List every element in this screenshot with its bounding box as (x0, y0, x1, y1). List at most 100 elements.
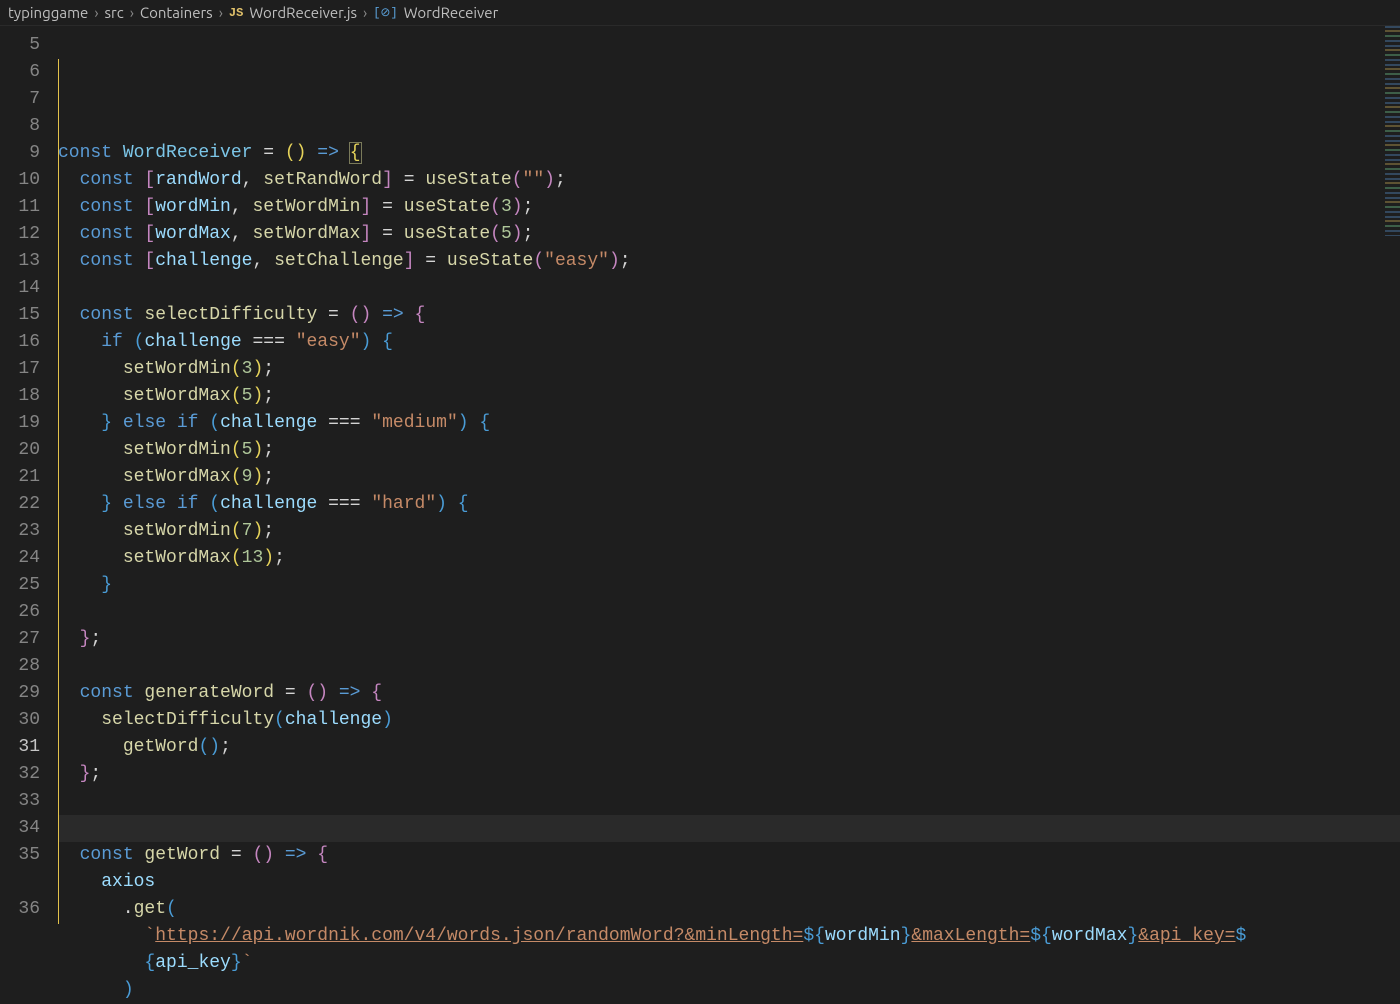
code-line[interactable]: setWordMin(3); (58, 356, 1400, 383)
code-token: 3 (242, 359, 253, 379)
code-token: } (231, 953, 242, 973)
line-number[interactable]: 31 (0, 734, 40, 761)
minimap[interactable] (1385, 26, 1400, 236)
code-token: ( (490, 224, 501, 244)
code-token (58, 521, 123, 541)
code-line[interactable]: } (58, 572, 1400, 599)
code-token: ; (523, 224, 534, 244)
code-line[interactable]: const [wordMin, setWordMin] = useState(3… (58, 194, 1400, 221)
line-number[interactable]: 32 (0, 761, 40, 788)
line-number[interactable]: 36 (0, 896, 40, 923)
code-token: ; (263, 359, 274, 379)
line-number[interactable]: 25 (0, 572, 40, 599)
code-token: "easy" (296, 332, 361, 352)
code-editor[interactable]: 5678910111213141516171819202122232425262… (0, 26, 1400, 994)
line-number-gutter[interactable]: 5678910111213141516171819202122232425262… (0, 26, 58, 994)
line-number[interactable]: 26 (0, 599, 40, 626)
code-token: } (901, 926, 912, 946)
code-token: ) (252, 359, 263, 379)
code-line[interactable] (58, 653, 1400, 680)
line-number[interactable]: 35 (0, 842, 40, 869)
code-token (58, 980, 123, 1000)
line-number[interactable]: 13 (0, 248, 40, 275)
code-line[interactable]: }; (58, 626, 1400, 653)
code-line[interactable] (58, 815, 1400, 842)
code-token: "medium" (371, 413, 457, 433)
code-token: &api_key= (1138, 926, 1235, 946)
code-line[interactable] (58, 599, 1400, 626)
code-line[interactable]: const getWord = () => { (58, 842, 1400, 869)
code-token: => (306, 143, 349, 163)
code-line[interactable]: const [randWord, setRandWord] = useState… (58, 167, 1400, 194)
code-line[interactable]: setWordMax(13); (58, 545, 1400, 572)
line-number[interactable]: 15 (0, 302, 40, 329)
code-token (198, 413, 209, 433)
line-number[interactable]: 34 (0, 815, 40, 842)
code-line[interactable]: const [challenge, setChallenge] = useSta… (58, 248, 1400, 275)
code-token: "easy" (544, 251, 609, 271)
line-number[interactable]: 16 (0, 329, 40, 356)
line-number[interactable]: 30 (0, 707, 40, 734)
code-token: , (252, 251, 274, 271)
line-number[interactable]: 10 (0, 167, 40, 194)
line-number[interactable]: 19 (0, 410, 40, 437)
line-number[interactable]: 20 (0, 437, 40, 464)
code-line[interactable]: `https://api.wordnik.com/v4/words.json/r… (58, 923, 1400, 950)
code-line[interactable]: ) (58, 977, 1400, 1004)
chevron-right-icon: › (94, 4, 98, 21)
code-line[interactable]: }; (58, 761, 1400, 788)
code-line[interactable]: } else if (challenge === "hard") { (58, 491, 1400, 518)
line-number[interactable]: 8 (0, 113, 40, 140)
line-number[interactable]: 17 (0, 356, 40, 383)
code-line[interactable]: } else if (challenge === "medium") { (58, 410, 1400, 437)
code-line[interactable] (58, 788, 1400, 815)
code-line[interactable]: setWordMax(5); (58, 383, 1400, 410)
code-line[interactable]: const WordReceiver = () => { (58, 140, 1400, 167)
line-number[interactable]: 5 (0, 32, 40, 59)
code-line[interactable]: axios (58, 869, 1400, 896)
code-token (58, 440, 123, 460)
code-line[interactable]: const [wordMax, setWordMax] = useState(5… (58, 221, 1400, 248)
line-number[interactable]: 21 (0, 464, 40, 491)
code-line[interactable]: .get( (58, 896, 1400, 923)
line-number[interactable] (0, 869, 40, 896)
code-token: ${ (803, 926, 825, 946)
breadcrumb[interactable]: typinggame › src › Containers › JS WordR… (0, 0, 1400, 26)
code-line[interactable]: if (challenge === "easy") { (58, 329, 1400, 356)
code-token: = (371, 197, 403, 217)
js-file-icon: JS (229, 6, 243, 20)
code-line[interactable]: {api_key}` (58, 950, 1400, 977)
code-line[interactable]: selectDifficulty(challenge) (58, 707, 1400, 734)
line-number[interactable]: 11 (0, 194, 40, 221)
code-line[interactable]: const selectDifficulty = () => { (58, 302, 1400, 329)
code-line[interactable]: const generateWord = () => { (58, 680, 1400, 707)
code-token: getWord (144, 845, 220, 865)
line-number[interactable]: 28 (0, 653, 40, 680)
line-number[interactable]: 9 (0, 140, 40, 167)
code-line[interactable] (58, 275, 1400, 302)
line-number[interactable]: 18 (0, 383, 40, 410)
line-number[interactable]: 22 (0, 491, 40, 518)
breadcrumb-item[interactable]: Containers (140, 4, 213, 21)
breadcrumb-item[interactable]: src (105, 4, 124, 21)
line-number[interactable]: 7 (0, 86, 40, 113)
line-number[interactable]: 23 (0, 518, 40, 545)
breadcrumb-item[interactable]: WordReceiver (404, 4, 499, 21)
line-number[interactable]: 33 (0, 788, 40, 815)
line-number[interactable]: 29 (0, 680, 40, 707)
breadcrumb-item[interactable]: typinggame (8, 4, 88, 21)
line-number[interactable]: 24 (0, 545, 40, 572)
breadcrumb-item[interactable]: WordReceiver.js (249, 4, 357, 21)
code-line[interactable]: setWordMax(9); (58, 464, 1400, 491)
code-area[interactable]: const WordReceiver = () => { const [rand… (58, 26, 1400, 994)
code-token: ` (242, 953, 253, 973)
line-number[interactable]: 6 (0, 59, 40, 86)
code-line[interactable]: setWordMin(5); (58, 437, 1400, 464)
code-token: = (252, 143, 284, 163)
code-line[interactable]: getWord(); (58, 734, 1400, 761)
line-number[interactable]: 12 (0, 221, 40, 248)
line-number[interactable]: 14 (0, 275, 40, 302)
line-number[interactable]: 27 (0, 626, 40, 653)
code-line[interactable]: setWordMin(7); (58, 518, 1400, 545)
code-line[interactable] (58, 113, 1400, 140)
